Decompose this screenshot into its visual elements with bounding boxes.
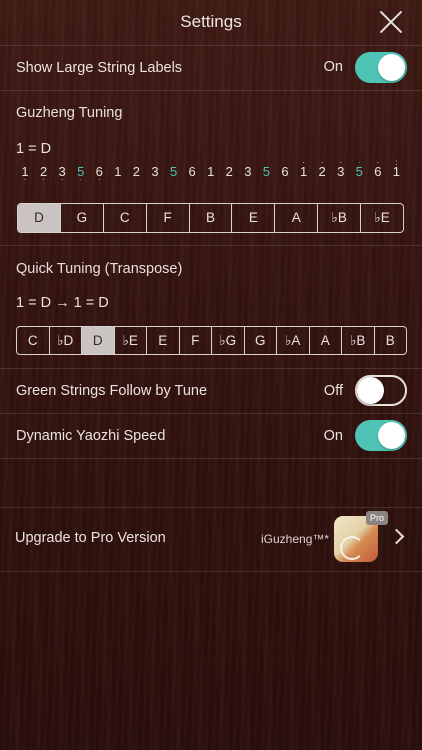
page-title: Settings xyxy=(180,12,242,31)
tuning-note: 1 xyxy=(207,164,215,179)
quick-tuning-key-line: 1 = D → 1 = D xyxy=(16,295,109,311)
tuning-note: 3 · xyxy=(332,159,350,180)
guzheng-key-button[interactable]: B xyxy=(190,204,233,232)
transpose-key-button[interactable]: F xyxy=(180,327,212,354)
transpose-key-button[interactable]: E xyxy=(147,327,180,354)
tuning-note: 6 xyxy=(188,164,196,179)
toggle-knob xyxy=(357,377,384,404)
tuning-note: 3 xyxy=(151,164,159,179)
octave-dot: · xyxy=(42,175,45,184)
upgrade-label[interactable]: Upgrade to Pro Version xyxy=(15,530,166,546)
tuning-note: 1 xyxy=(114,164,122,179)
yaozhi-label: Dynamic Yaozhi Speed xyxy=(16,428,166,444)
octave-dot: · xyxy=(60,175,64,184)
tuning-note: 5 xyxy=(169,164,178,179)
transpose-key-button[interactable]: ♭E xyxy=(115,327,147,354)
tuning-note: 6 · xyxy=(369,159,387,180)
guzheng-key-button[interactable]: G xyxy=(61,204,104,232)
octave-dot: · xyxy=(376,158,380,167)
transpose-key-button[interactable]: ♭D xyxy=(50,327,82,354)
brand-label: iGuzheng™* xyxy=(261,532,330,546)
guzheng-tuning-key: 1 = D xyxy=(16,141,52,157)
guzheng-key-selector: D G C F B E A ♭B ♭E xyxy=(17,203,404,233)
octave-dot: · xyxy=(23,175,27,184)
tuning-note: 6 xyxy=(281,164,289,179)
green-strings-label: Green Strings Follow by Tune xyxy=(16,383,208,399)
toggle-knob xyxy=(378,54,405,81)
tuning-note: 1 · xyxy=(16,164,34,184)
tuning-note: 2 xyxy=(225,164,233,179)
octave-dot: · xyxy=(97,175,101,184)
tuning-note: 2 · xyxy=(35,164,53,184)
octave-dot: · xyxy=(357,158,361,167)
octave-dot: : xyxy=(395,158,398,167)
guzheng-tuning-title: Guzheng Tuning xyxy=(16,105,123,121)
tuning-note: 1: xyxy=(387,159,405,180)
guzheng-key-button[interactable]: ♭B xyxy=(318,204,362,232)
guzheng-key-button[interactable]: C xyxy=(104,204,147,232)
transpose-key-button[interactable]: D xyxy=(82,327,115,354)
transpose-key-selector: C ♭D D ♭E E F ♭G G ♭A A ♭B B xyxy=(16,326,407,355)
green-strings-toggle[interactable] xyxy=(355,375,407,406)
transpose-key-button[interactable]: B xyxy=(375,327,407,354)
guzheng-key-button[interactable]: D xyxy=(18,204,61,232)
toggle-knob xyxy=(378,422,405,449)
octave-dot: · xyxy=(339,158,343,167)
guzheng-key-button[interactable]: E xyxy=(232,204,276,232)
swirl-icon xyxy=(340,536,364,560)
tuning-note: 5 · xyxy=(350,159,368,180)
tuning-note: 5 · xyxy=(72,164,90,184)
transpose-key-button[interactable]: G xyxy=(245,327,277,354)
tuning-note: 6 · xyxy=(90,164,108,184)
guzheng-key-button[interactable]: A xyxy=(275,204,319,232)
transpose-key-button[interactable]: ♭G xyxy=(212,327,245,354)
large-labels-label: Show Large String Labels xyxy=(16,60,183,76)
tuning-notes: 1 · 2 · 3 · 5 · 6 · 1 2 3 5 6 1 2 3 5 6 1 · 2 · 3 · 5 · 6 · 1: xyxy=(16,159,406,192)
tuning-note: 2 xyxy=(132,164,141,179)
tuning-note: 5 xyxy=(262,164,271,179)
pro-badge: Pro xyxy=(366,511,388,525)
close-icon[interactable] xyxy=(378,9,404,35)
octave-dot: · xyxy=(302,158,305,167)
yaozhi-row: Dynamic Yaozhi Speed On xyxy=(0,414,422,459)
yaozhi-toggle[interactable] xyxy=(355,420,407,451)
green-strings-state: Off xyxy=(323,383,343,399)
large-labels-state: On xyxy=(323,59,343,75)
yaozhi-state: On xyxy=(323,428,343,444)
transpose-key-button[interactable]: A xyxy=(310,327,342,354)
large-labels-toggle[interactable] xyxy=(355,52,407,83)
transpose-key-button[interactable]: ♭B xyxy=(342,327,375,354)
nav-bar: Settings xyxy=(0,0,422,46)
tuning-note: 2 · xyxy=(313,159,331,180)
green-strings-row: Green Strings Follow by Tune Off xyxy=(0,369,422,414)
octave-dot: · xyxy=(79,175,83,184)
guzheng-key-button[interactable]: F xyxy=(147,204,190,232)
tuning-note: 1 · xyxy=(295,159,313,180)
octave-dot: · xyxy=(320,158,324,167)
transpose-key-button[interactable]: C xyxy=(17,327,50,354)
transpose-key-button[interactable]: ♭A xyxy=(277,327,310,354)
tuning-note: 3 · xyxy=(53,164,71,184)
guzheng-key-button[interactable]: ♭E xyxy=(361,204,403,232)
tuning-note: 3 xyxy=(244,164,252,179)
quick-tuning-title: Quick Tuning (Transpose) xyxy=(16,261,183,277)
large-labels-row: Show Large String Labels On xyxy=(0,46,422,91)
